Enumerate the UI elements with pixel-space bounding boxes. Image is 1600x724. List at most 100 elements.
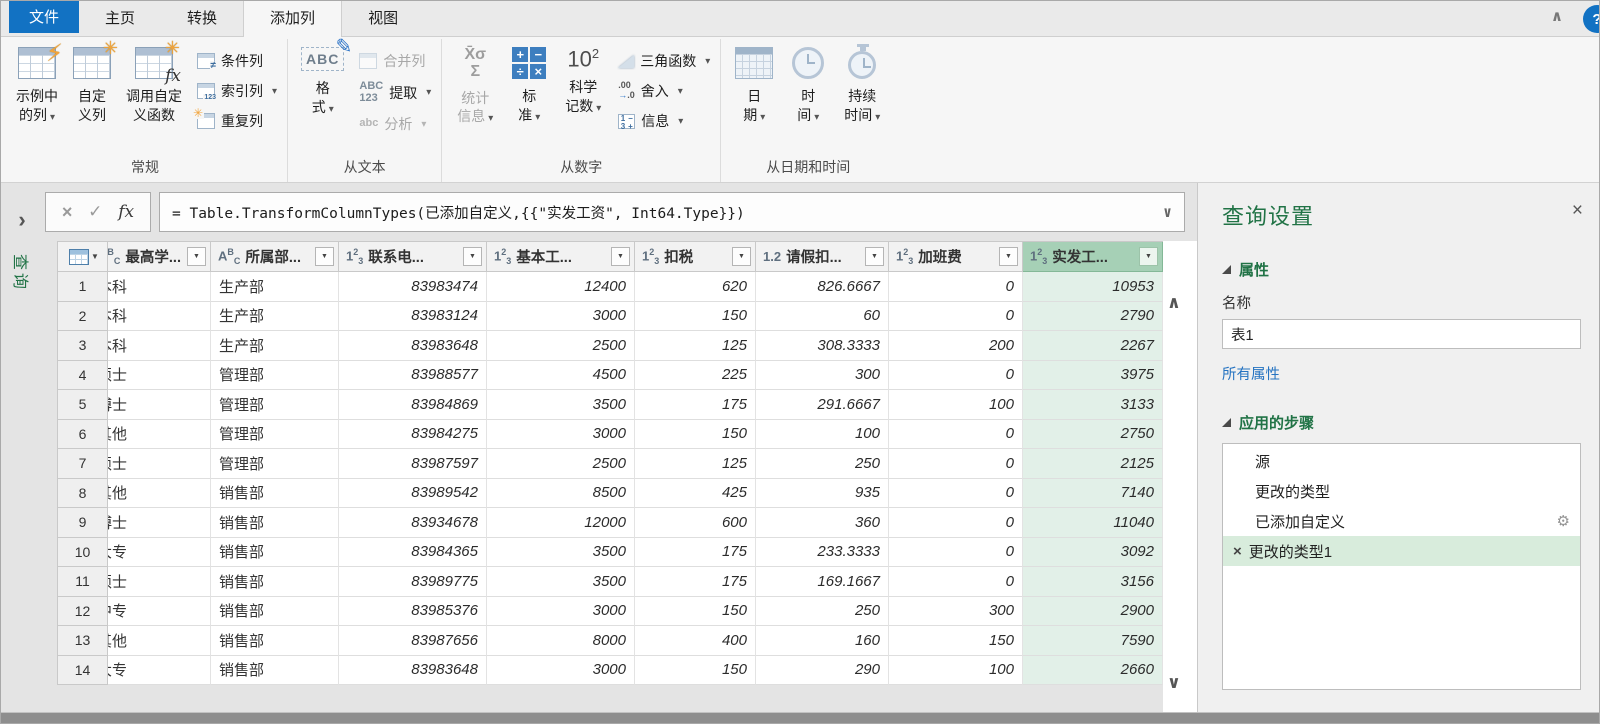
row-number[interactable]: 9 — [58, 508, 108, 538]
table-cell[interactable]: 3975 — [1023, 360, 1163, 390]
table-cell[interactable]: 销售部 — [211, 508, 339, 538]
table-cell[interactable]: 83934678 — [339, 508, 487, 538]
table-cell[interactable]: 3156 — [1023, 567, 1163, 597]
table-cell[interactable]: 3500 — [487, 567, 635, 597]
duration-button[interactable]: 持续 时间 — [835, 39, 889, 127]
table-cell[interactable]: 0 — [889, 449, 1023, 479]
table-cell[interactable]: 0 — [889, 272, 1023, 302]
table-cell[interactable]: 0 — [889, 567, 1023, 597]
table-cell[interactable]: 300 — [889, 596, 1023, 626]
duplicate-column-button[interactable]: ✳ 重复列 — [192, 107, 277, 131]
close-panel-icon[interactable]: × — [1572, 201, 1583, 220]
column-header[interactable]: 123 加班费 ▼ — [889, 242, 1023, 272]
table-cell[interactable]: 3000 — [487, 419, 635, 449]
table-cell[interactable]: 175 — [635, 537, 756, 567]
column-header[interactable]: ABC 最高学... ▼ — [108, 242, 211, 272]
table-cell[interactable]: 本科 — [108, 272, 211, 302]
table-cell[interactable]: 826.6667 — [756, 272, 889, 302]
applied-step-item[interactable]: 源 — [1223, 446, 1580, 476]
table-cell[interactable]: 0 — [889, 537, 1023, 567]
queries-pane-label[interactable]: 查询 — [10, 254, 34, 292]
row-number[interactable]: 8 — [58, 478, 108, 508]
applied-steps-header[interactable]: 应用的步骤 — [1222, 412, 1581, 433]
statistics-button[interactable]: X̄σ Σ 统计 信息 — [448, 39, 502, 128]
row-number[interactable]: 6 — [58, 419, 108, 449]
table-cell[interactable]: 233.3333 — [756, 537, 889, 567]
table-cell[interactable]: 83987597 — [339, 449, 487, 479]
row-number[interactable]: 3 — [58, 331, 108, 361]
corner-dropdown-icon[interactable]: ▼ — [91, 252, 99, 261]
extract-button[interactable]: ABC 123 提取 — [359, 80, 431, 104]
table-cell[interactable]: 83984275 — [339, 419, 487, 449]
table-cell[interactable]: 0 — [889, 360, 1023, 390]
select-all-corner[interactable]: ▼ — [58, 242, 108, 272]
applied-step-item[interactable]: 更改的类型 — [1223, 476, 1580, 506]
step-settings-gear-icon[interactable]: ⚙ — [1557, 512, 1570, 530]
table-cell[interactable]: 150 — [889, 626, 1023, 656]
query-name-input[interactable] — [1222, 319, 1581, 349]
table-cell[interactable]: 管理部 — [211, 449, 339, 479]
table-cell[interactable]: 0 — [889, 508, 1023, 538]
table-cell[interactable]: 935 — [756, 478, 889, 508]
table-cell[interactable]: 2660 — [1023, 655, 1163, 685]
custom-column-button[interactable]: ✳ 自定 义列 — [65, 39, 119, 127]
row-number[interactable]: 12 — [58, 596, 108, 626]
table-cell[interactable]: 83983648 — [339, 331, 487, 361]
table-cell[interactable]: 0 — [889, 419, 1023, 449]
table-cell[interactable]: 3092 — [1023, 537, 1163, 567]
table-cell[interactable]: 125 — [635, 449, 756, 479]
filter-dropdown-button[interactable]: ▼ — [611, 247, 630, 266]
table-cell[interactable]: 3500 — [487, 390, 635, 420]
table-cell[interactable]: 100 — [756, 419, 889, 449]
table-cell[interactable]: 175 — [635, 390, 756, 420]
table-cell[interactable]: 125 — [635, 331, 756, 361]
information-button[interactable]: 1−3 + 信息 — [618, 111, 710, 131]
formula-expand-icon[interactable]: ∨ — [1163, 203, 1172, 221]
table-cell[interactable]: 3500 — [487, 537, 635, 567]
properties-header[interactable]: 属性 — [1222, 259, 1581, 280]
table-cell[interactable]: 83984365 — [339, 537, 487, 567]
table-cell[interactable]: 83983474 — [339, 272, 487, 302]
table-cell[interactable]: 管理部 — [211, 360, 339, 390]
tab-file[interactable]: 文件 — [9, 1, 80, 33]
table-cell[interactable]: 2267 — [1023, 331, 1163, 361]
table-cell[interactable]: 管理部 — [211, 390, 339, 420]
table-cell[interactable]: 300 — [756, 360, 889, 390]
table-cell[interactable]: 销售部 — [211, 478, 339, 508]
table-cell[interactable]: 2790 — [1023, 301, 1163, 331]
table-cell[interactable]: 83985376 — [339, 596, 487, 626]
table-cell[interactable]: 生产部 — [211, 272, 339, 302]
formula-cancel-icon[interactable]: × — [62, 202, 73, 223]
parse-button[interactable]: abc 分析 — [359, 114, 431, 134]
table-cell[interactable]: 4500 — [487, 360, 635, 390]
table-cell[interactable]: 250 — [756, 449, 889, 479]
table-cell[interactable]: 本科 — [108, 331, 211, 361]
table-cell[interactable]: 291.6667 — [756, 390, 889, 420]
table-cell[interactable]: 2900 — [1023, 596, 1163, 626]
table-cell[interactable]: 其他 — [108, 478, 211, 508]
table-cell[interactable]: 销售部 — [211, 567, 339, 597]
table-cell[interactable]: 83983124 — [339, 301, 487, 331]
filter-dropdown-button[interactable]: ▼ — [315, 247, 334, 266]
table-cell[interactable]: 425 — [635, 478, 756, 508]
table-cell[interactable]: 销售部 — [211, 655, 339, 685]
column-header[interactable]: 1.2 请假扣... ▼ — [756, 242, 889, 272]
table-cell[interactable]: 3133 — [1023, 390, 1163, 420]
row-number[interactable]: 1 — [58, 272, 108, 302]
table-cell[interactable]: 400 — [635, 626, 756, 656]
table-cell[interactable]: 83989542 — [339, 478, 487, 508]
table-cell[interactable]: 83984869 — [339, 390, 487, 420]
row-number[interactable]: 5 — [58, 390, 108, 420]
delete-step-icon[interactable]: × — [1233, 543, 1242, 560]
table-cell[interactable]: 0 — [889, 478, 1023, 508]
filter-dropdown-button[interactable]: ▼ — [732, 247, 751, 266]
table-cell[interactable]: 600 — [635, 508, 756, 538]
tab-home[interactable]: 主页 — [79, 1, 161, 36]
table-cell[interactable]: 2500 — [487, 331, 635, 361]
table-cell[interactable]: 83989775 — [339, 567, 487, 597]
rounding-button[interactable]: .00 →.0 舍入 — [618, 80, 710, 101]
expand-queries-pane-icon[interactable]: › — [1, 209, 43, 231]
conditional-column-button[interactable]: ≠ 条件列 — [197, 51, 277, 71]
applied-step-item[interactable]: 已添加自定义 ⚙ — [1223, 506, 1580, 536]
table-cell[interactable]: 生产部 — [211, 301, 339, 331]
